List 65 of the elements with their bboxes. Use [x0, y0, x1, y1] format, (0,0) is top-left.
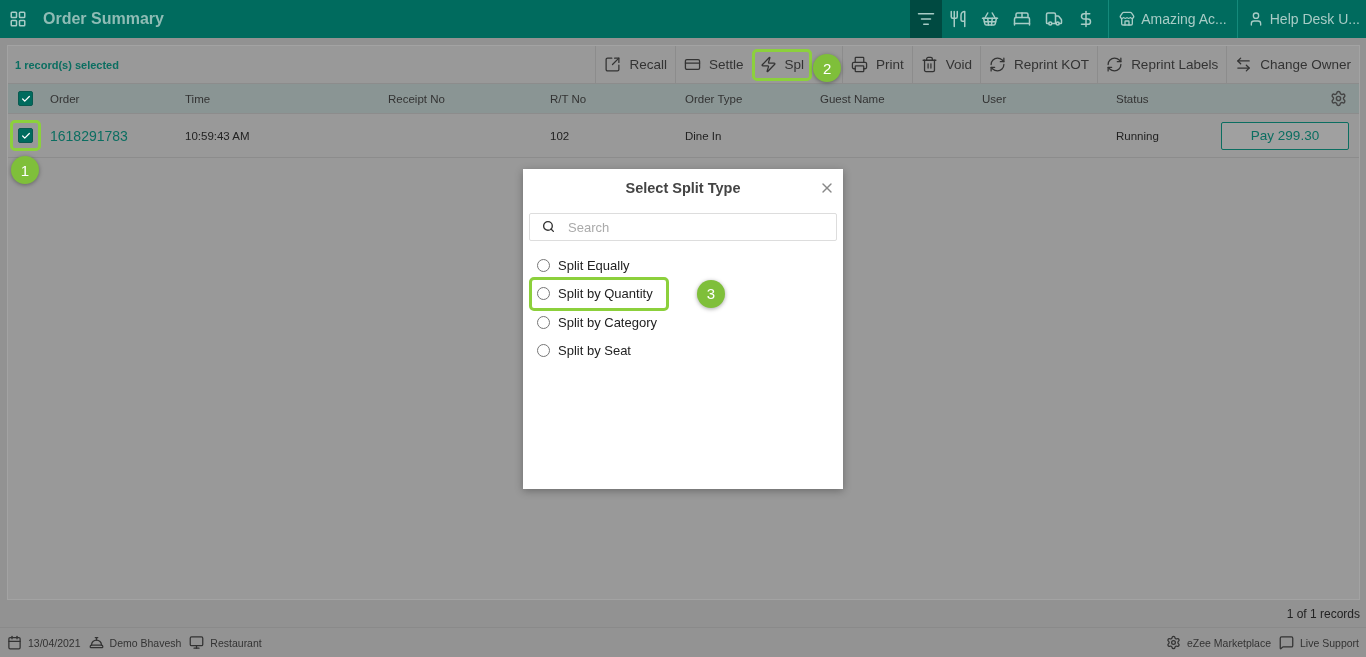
record-count: 1 of 1 records	[1286, 607, 1360, 621]
column-header: Guest Name	[819, 92, 886, 105]
column-header: Order Type	[684, 92, 744, 105]
step-number-badge: 2	[813, 54, 842, 82]
dialog-title: Select Split Type	[625, 180, 741, 196]
bed-icon	[1013, 10, 1032, 28]
table-cell-text: 102	[549, 129, 571, 142]
selection-count: 1 record(s) selected	[15, 58, 119, 71]
footer-link[interactable]: Live Support	[1300, 636, 1359, 649]
basket-icon	[981, 10, 1000, 28]
dining-icon	[949, 10, 968, 28]
status-text: 13/04/2021	[28, 636, 81, 649]
reprint-icon	[1106, 56, 1124, 73]
void-icon	[920, 56, 938, 73]
column-header: Time	[184, 92, 212, 105]
reprint-button[interactable]: Reprint KOT	[980, 46, 1098, 83]
app-grid-icon[interactable]	[9, 10, 27, 28]
user-menu[interactable]: Help Desk U...	[1236, 0, 1366, 38]
property-menu[interactable]: Amazing Ac...	[1108, 0, 1237, 38]
print-icon	[851, 56, 869, 73]
table-cell-text: Running	[1115, 129, 1160, 142]
owner-icon	[1235, 56, 1253, 73]
reprint-button[interactable]: Reprint Labels	[1097, 46, 1227, 83]
calendar-icon	[7, 635, 22, 650]
split-icon	[759, 56, 777, 73]
sort-icon	[917, 10, 936, 28]
settings-icon[interactable]	[1330, 90, 1347, 107]
pay-button[interactable]: Pay 299.30	[1221, 121, 1349, 150]
status-text: Restaurant	[210, 636, 262, 649]
check-icon	[20, 130, 31, 141]
settle-icon	[684, 56, 701, 73]
table-cell-text: Dine In	[684, 129, 723, 142]
page-title: Order Summary	[43, 10, 164, 28]
chat-icon[interactable]	[1279, 635, 1295, 650]
truck-icon	[1045, 10, 1064, 28]
recall-button[interactable]: Recall	[595, 46, 675, 83]
select-all-checkbox[interactable]	[18, 91, 33, 106]
split-button[interactable]: Spl	[751, 48, 813, 81]
column-header: R/T No	[549, 92, 588, 105]
store-icon	[1119, 11, 1136, 27]
owner-button[interactable]: Change Owner	[1226, 46, 1359, 83]
split-option[interactable]: Split by Category	[529, 308, 660, 337]
monitor-icon	[189, 635, 205, 650]
reprint-icon	[989, 56, 1007, 73]
footer-link[interactable]: eZee Marketplace	[1187, 636, 1272, 649]
check-icon	[20, 93, 31, 104]
print-button[interactable]: Print	[842, 46, 912, 83]
recall-icon	[604, 56, 622, 73]
step-number-badge: 1	[11, 156, 39, 184]
row-checkbox[interactable]	[18, 128, 33, 143]
column-header: Receipt No	[387, 92, 446, 105]
column-header: Order	[49, 92, 81, 105]
split-option[interactable]: Split by Seat	[529, 336, 634, 365]
status-text: Demo Bhavesh	[109, 636, 182, 649]
settle-button[interactable]: Settle	[675, 46, 752, 83]
void-button[interactable]: Void	[911, 46, 981, 83]
column-header: User	[981, 92, 1008, 105]
sort-nav-icon[interactable]	[910, 0, 943, 38]
search-icon	[542, 220, 555, 233]
search-field[interactable]: Search	[529, 213, 837, 241]
table-cell-text: 10:59:43 AM	[184, 129, 251, 142]
column-header: Status	[1115, 92, 1150, 105]
step-number-badge: 3	[697, 279, 725, 308]
split-option[interactable]: Split by Quantity	[529, 276, 669, 311]
gear-icon[interactable]	[1166, 635, 1181, 650]
